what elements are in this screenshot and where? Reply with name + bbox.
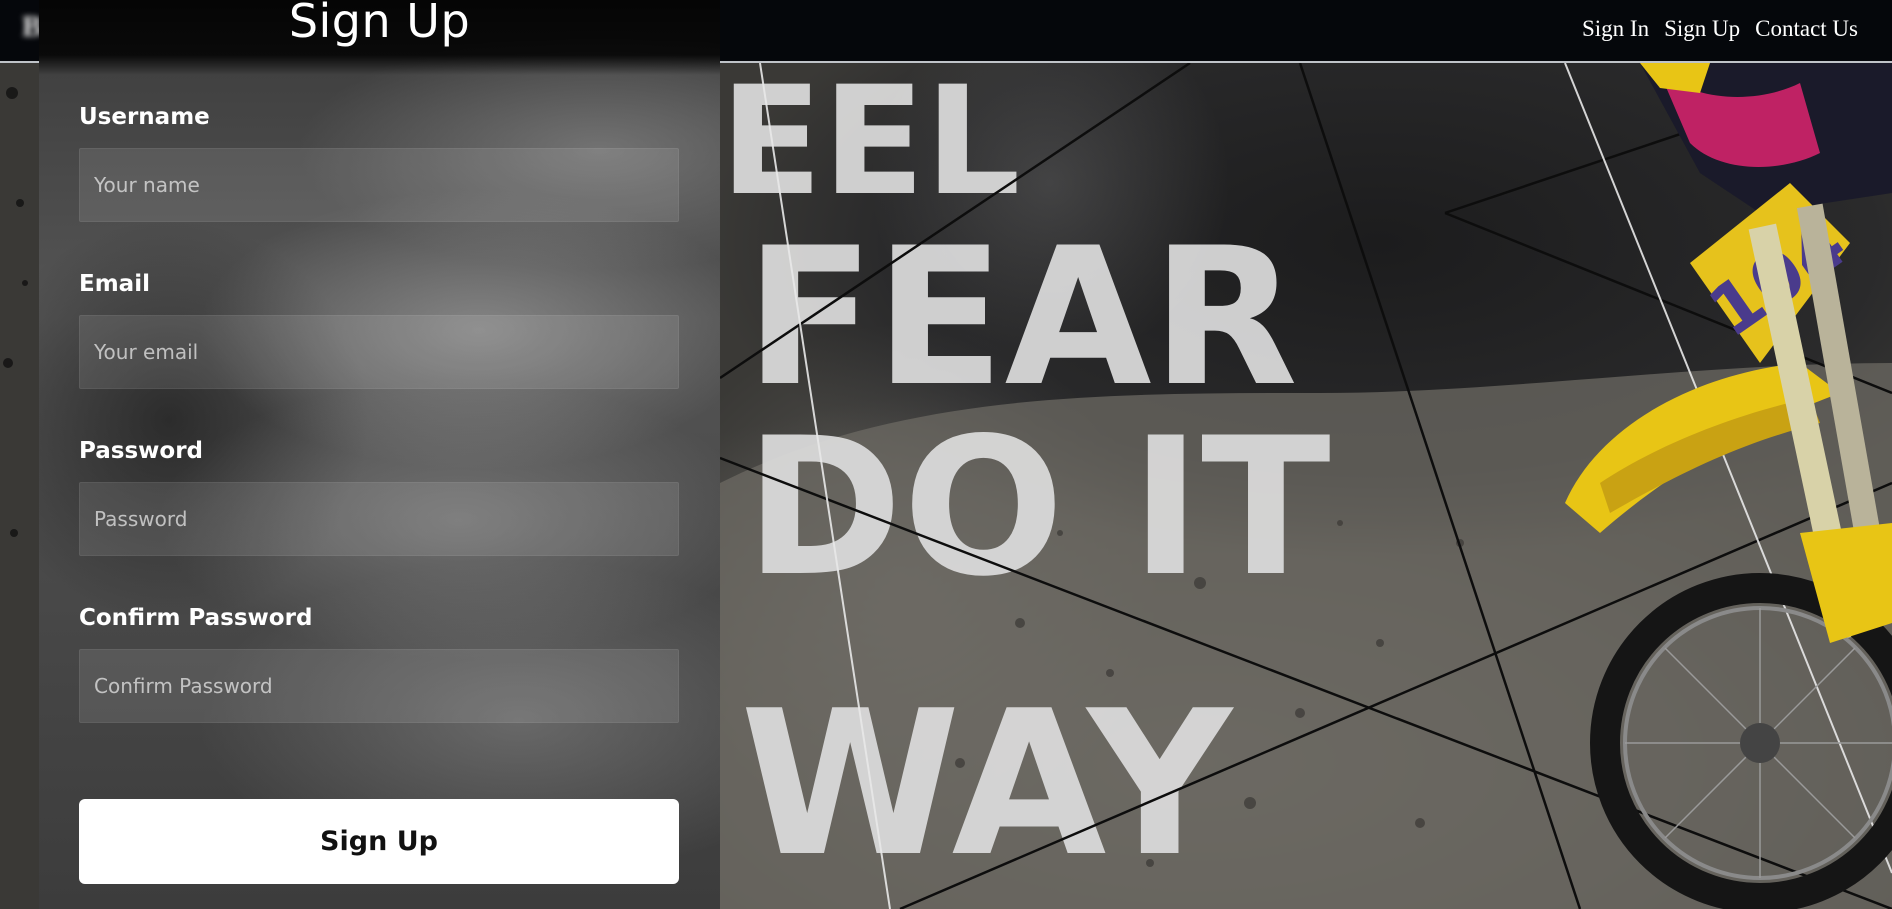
poster-word: FEAR: [745, 207, 1298, 428]
confirm-password-input[interactable]: [79, 649, 679, 723]
email-input[interactable]: [79, 315, 679, 389]
nav-sign-up-link[interactable]: Sign Up: [1664, 16, 1740, 42]
signup-submit-button[interactable]: Sign Up: [79, 799, 679, 884]
signup-title: Sign Up: [288, 0, 471, 48]
signup-form-panel: Sign Up Username Email Password Confirm …: [39, 0, 720, 909]
password-label: Password: [79, 438, 203, 464]
username-input[interactable]: [79, 148, 679, 222]
poster-word: DO IT: [745, 397, 1331, 618]
password-input[interactable]: [79, 482, 679, 556]
confirm-password-label: Confirm Password: [79, 605, 313, 631]
nav-contact-us-link[interactable]: Contact Us: [1755, 16, 1858, 42]
email-label: Email: [79, 271, 150, 297]
username-label: Username: [79, 104, 210, 130]
nav-sign-in-link[interactable]: Sign In: [1582, 16, 1649, 42]
nav-links: Sign In Sign Up Contact Us: [1582, 16, 1858, 42]
poster-word: WAY: [740, 668, 1234, 901]
signup-page: EEL FEAR DO IT WAY B Sign In Sign Up Con…: [0, 0, 1892, 909]
poster-word: EEL: [720, 63, 1021, 229]
